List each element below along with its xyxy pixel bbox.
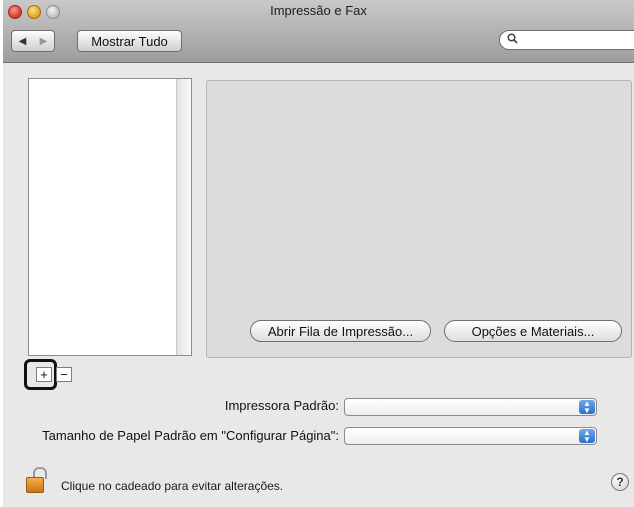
options-supplies-button[interactable]: Opções e Materiais...: [444, 320, 622, 342]
help-button[interactable]: ?: [611, 473, 629, 491]
window-title: Impressão e Fax: [270, 3, 367, 18]
default-printer-select[interactable]: ▲ ▼: [344, 398, 597, 416]
printer-list-scrollbar[interactable]: [176, 79, 191, 355]
open-print-queue-button[interactable]: Abrir Fila de Impressão...: [250, 320, 431, 342]
default-printer-label: Impressora Padrão:: [224, 398, 339, 413]
default-paper-size-select[interactable]: ▲ ▼: [344, 427, 597, 445]
lock-message: Clique no cadeado para evitar alterações…: [61, 479, 284, 493]
search-icon: [507, 33, 518, 47]
search-field[interactable]: [499, 30, 634, 50]
remove-printer-button[interactable]: −: [56, 367, 72, 382]
printer-detail-panel: [206, 80, 632, 358]
forward-arrow-icon: ▶: [39, 35, 48, 47]
lock-icon[interactable]: [26, 467, 47, 493]
popup-arrows-icon: ▲ ▼: [579, 400, 595, 415]
show-all-button[interactable]: Mostrar Tudo: [77, 30, 182, 52]
back-arrow-icon: ◀: [18, 35, 27, 47]
title-bar: Impressão e Fax ◀ ▶ Mostrar Tudo: [3, 0, 634, 63]
printer-list[interactable]: [28, 78, 192, 356]
back-button[interactable]: ◀: [11, 30, 34, 52]
forward-button[interactable]: ▶: [33, 30, 55, 52]
add-printer-button[interactable]: +: [36, 367, 52, 382]
print-fax-window: Impressão e Fax ◀ ▶ Mostrar Tudo + − Abr…: [3, 0, 634, 507]
default-paper-size-label: Tamanho de Papel Padrão em "Configurar P…: [42, 428, 339, 443]
popup-arrows-icon: ▲ ▼: [579, 429, 595, 444]
